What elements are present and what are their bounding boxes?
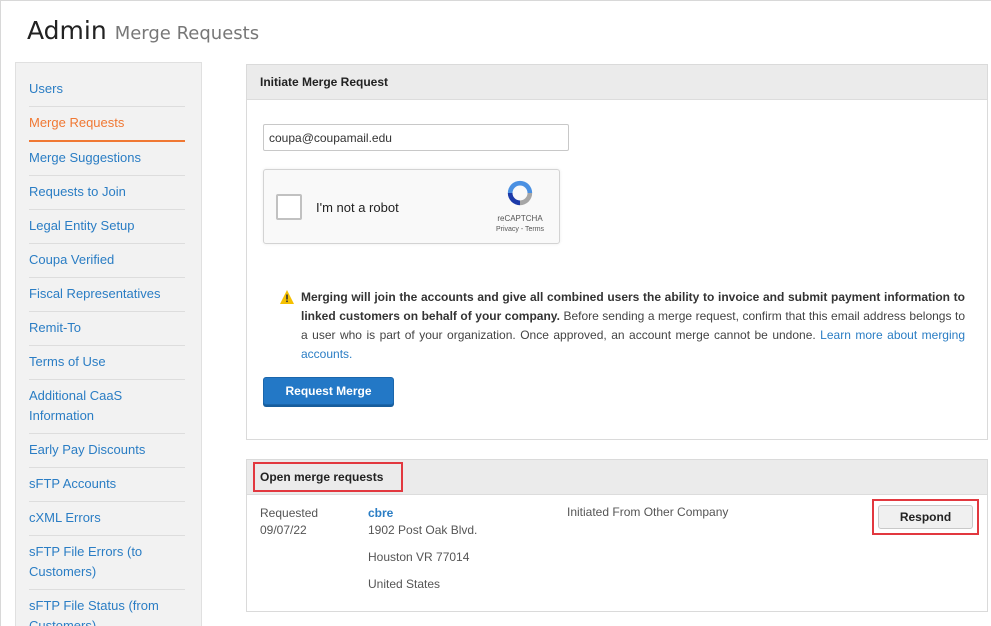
recaptcha-links[interactable]: Privacy - Terms	[486, 226, 554, 233]
request-initiated: Initiated From Other Company	[567, 505, 729, 519]
open-merge-requests-panel: Open merge requests Requested 09/07/22 c…	[246, 459, 988, 612]
sidebar-item-coupa-verified[interactable]: Coupa Verified	[29, 244, 185, 278]
address-line-3: United States	[368, 577, 441, 591]
initiate-merge-title: Initiate Merge Request	[260, 75, 389, 89]
sidebar-item-early-pay-discounts[interactable]: Early Pay Discounts	[29, 434, 185, 468]
open-merge-requests-header: Open merge requests	[247, 460, 987, 495]
recaptcha-brand: reCAPTCHA	[497, 214, 543, 223]
recaptcha-widget: I'm not a robot reCAPTCHA Privacy - Term…	[263, 169, 560, 244]
sidebar-list: Users Merge Requests Merge Suggestions R…	[29, 73, 185, 626]
merge-notice: Merging will join the accounts and give …	[279, 288, 965, 364]
initiate-merge-panel: Initiate Merge Request I'm not a robot r…	[246, 64, 988, 440]
open-merge-requests-title: Open merge requests	[260, 470, 384, 484]
sidebar-item-cxml-errors[interactable]: cXML Errors	[29, 502, 185, 536]
page-title-main: Admin	[27, 16, 107, 45]
merge-notice-text: Merging will join the accounts and give …	[301, 288, 965, 364]
request-company: cbre 1902 Post Oak Blvd. Houston VR 7701…	[368, 505, 477, 593]
warning-icon	[280, 290, 294, 304]
sidebar-item-requests-to-join[interactable]: Requests to Join	[29, 176, 185, 210]
sidebar-item-remit-to[interactable]: Remit-To	[29, 312, 185, 346]
request-status: Requested 09/07/22	[260, 505, 318, 539]
highlight-respond: Respond	[872, 499, 979, 535]
sidebar-item-sftp-file-errors[interactable]: sFTP File Errors (to Customers)	[29, 536, 185, 590]
merge-email-input[interactable]	[263, 124, 569, 151]
page-subtitle: Merge Requests	[114, 23, 260, 44]
page-title: Admin Merge Requests	[27, 16, 259, 45]
sidebar-item-sftp-accounts[interactable]: sFTP Accounts	[29, 468, 185, 502]
recaptcha-logo-icon	[507, 180, 533, 206]
address-line-2: Houston VR 77014	[368, 550, 470, 564]
sidebar-item-merge-suggestions[interactable]: Merge Suggestions	[29, 142, 185, 176]
respond-button[interactable]: Respond	[878, 505, 973, 529]
request-merge-button[interactable]: Request Merge	[263, 377, 394, 405]
company-link[interactable]: cbre	[368, 505, 477, 522]
sidebar-item-terms-of-use[interactable]: Terms of Use	[29, 346, 185, 380]
recaptcha-checkbox[interactable]	[276, 194, 302, 220]
sidebar-item-additional-caas-information[interactable]: Additional CaaS Information	[29, 380, 185, 434]
request-date: 09/07/22	[260, 523, 307, 537]
sidebar-item-legal-entity-setup[interactable]: Legal Entity Setup	[29, 210, 185, 244]
request-status-label: Requested	[260, 506, 319, 520]
recaptcha-label: I'm not a robot	[316, 200, 399, 215]
sidebar-item-users[interactable]: Users	[29, 73, 185, 107]
sidebar-item-merge-requests[interactable]: Merge Requests	[29, 107, 185, 142]
sidebar: Users Merge Requests Merge Suggestions R…	[15, 62, 202, 626]
initiate-merge-header: Initiate Merge Request	[247, 65, 987, 100]
sidebar-item-fiscal-representatives[interactable]: Fiscal Representatives	[29, 278, 185, 312]
sidebar-item-sftp-file-status[interactable]: sFTP File Status (from Customers)	[29, 590, 185, 626]
address-line-1: 1902 Post Oak Blvd.	[368, 523, 478, 537]
